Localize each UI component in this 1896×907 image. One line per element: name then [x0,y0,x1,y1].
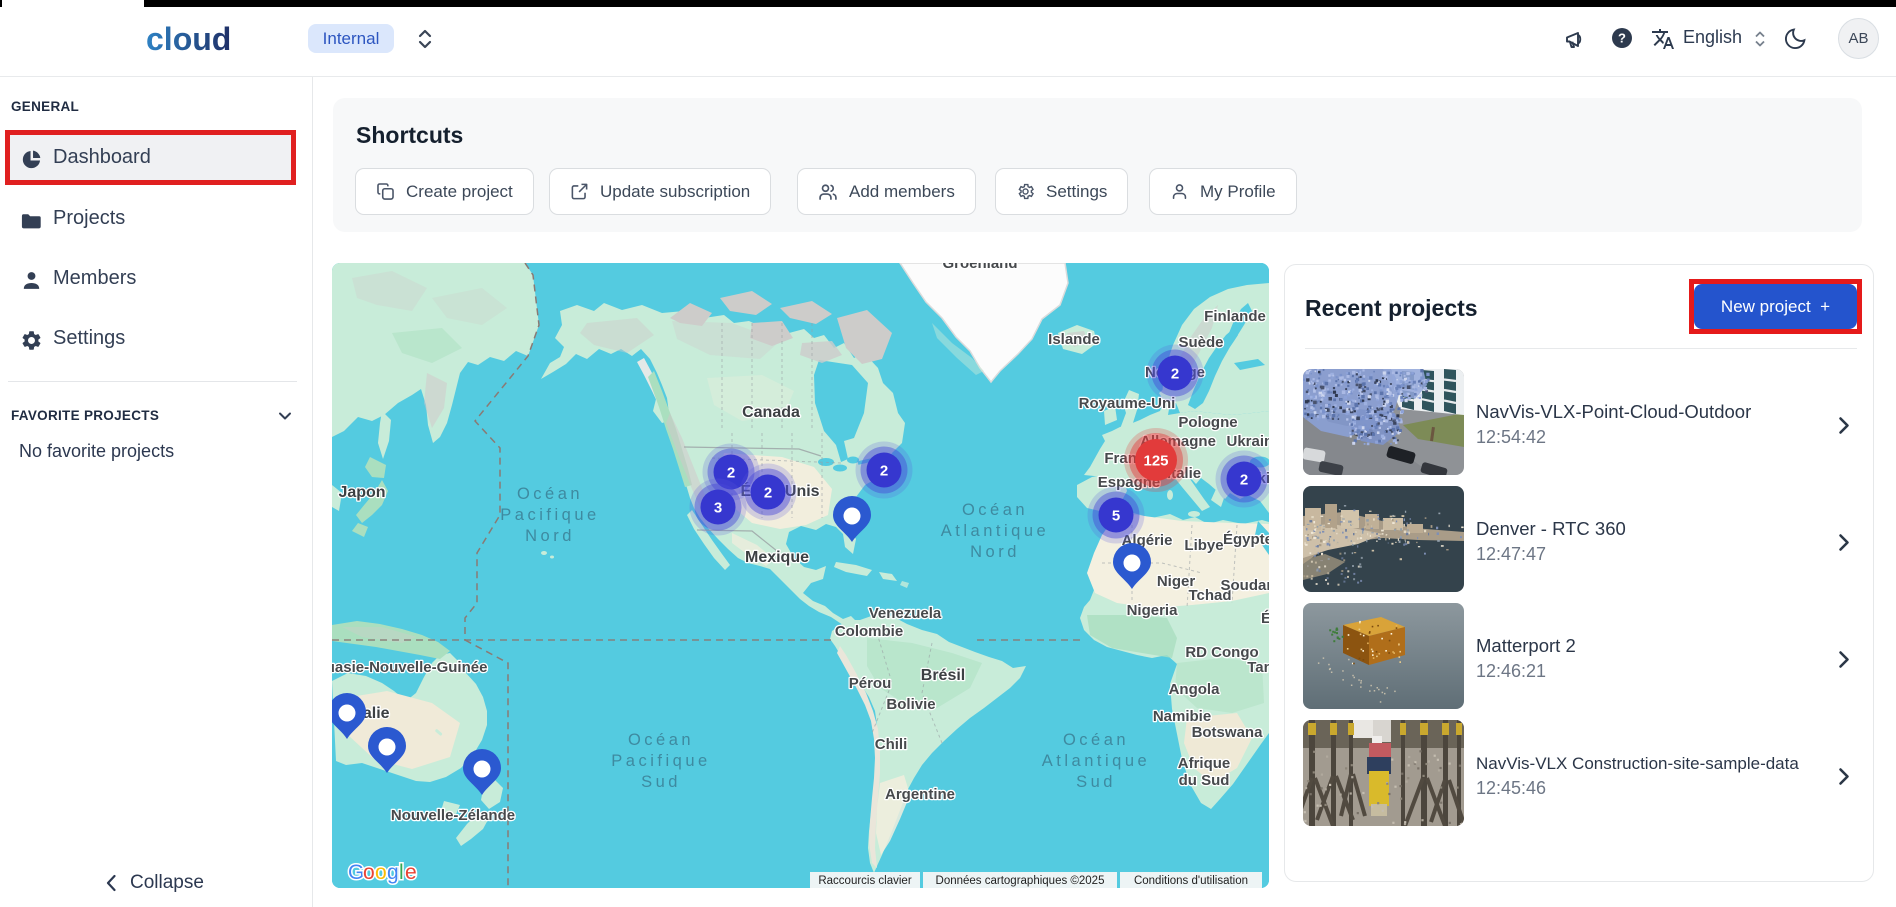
svg-text:Soudan: Soudan [1221,577,1270,594]
svg-text:Islande: Islande [1048,331,1100,348]
svg-text:g: g [387,861,399,884]
svg-text:Venezuela: Venezuela [869,605,942,622]
svg-text:Mexique: Mexique [745,549,809,566]
svg-text:Tan: Tan [1247,659,1269,676]
svg-text:Canada: Canada [742,404,800,421]
svg-text:2: 2 [1171,366,1179,383]
svg-text:du Sud: du Sud [1179,772,1230,789]
svg-text:Groenland: Groenland [942,263,1017,272]
svg-text:Sud: Sud [1076,773,1116,791]
svg-text:É: É [1261,610,1269,627]
svg-text:Libye: Libye [1184,537,1223,554]
svg-text:Botswana: Botswana [1192,724,1264,741]
svg-text:Nord: Nord [525,527,575,545]
svg-text:?: ? [1618,31,1626,46]
svg-text:Ukraine: Ukraine [1226,433,1269,450]
svg-text:Raccourcis clavier: Raccourcis clavier [818,875,911,887]
svg-text:Finlande: Finlande [1204,308,1266,325]
svg-text:Océan: Océan [962,501,1028,519]
svg-text:2: 2 [727,465,735,482]
svg-text:2: 2 [764,485,772,502]
svg-text:Pacifique: Pacifique [500,506,599,524]
svg-text:2: 2 [880,463,888,480]
svg-text:Nouvelle-Zélande: Nouvelle-Zélande [391,807,515,824]
svg-text:3: 3 [714,500,722,517]
svg-text:Namibie: Namibie [1153,708,1211,725]
svg-text:Sud: Sud [641,773,681,791]
svg-text:Données cartographiques ©2025: Données cartographiques ©2025 [936,875,1105,887]
svg-text:Pérou: Pérou [849,675,892,692]
svg-text:2: 2 [1240,472,1248,489]
svg-text:o: o [363,861,375,884]
svg-text:Océan: Océan [628,731,694,749]
svg-text:Angola: Angola [1169,681,1220,698]
svg-text:Océan: Océan [517,485,583,503]
svg-text:125: 125 [1143,453,1168,470]
svg-text:l: l [399,861,404,884]
svg-text:Japon: Japon [338,484,385,501]
svg-text:Colombie: Colombie [835,623,903,640]
svg-text:Conditions d'utilisation: Conditions d'utilisation [1134,875,1248,887]
svg-text:Nigeria: Nigeria [1127,602,1179,619]
svg-text:o: o [375,861,387,884]
svg-text:Argentine: Argentine [885,786,955,803]
svg-text:5: 5 [1112,508,1120,525]
svg-text:Nord: Nord [970,543,1020,561]
svg-text:Afrique: Afrique [1178,755,1231,772]
svg-text:Pacifique: Pacifique [611,752,710,770]
svg-text:Océan: Océan [1063,731,1129,749]
svg-text:Bolivie: Bolivie [886,696,935,713]
svg-text:G: G [348,861,364,884]
svg-text:Égypte: Égypte [1223,531,1269,548]
svg-text:e: e [405,861,417,884]
svg-text:Atlantique: Atlantique [941,522,1049,540]
svg-text:Chili: Chili [875,736,908,753]
svg-text:Pologne: Pologne [1178,414,1237,431]
svg-text:Brésil: Brésil [921,667,965,684]
svg-text:Atlantique: Atlantique [1042,752,1150,770]
svg-text:ouasie-Nouvelle-Guinée: ouasie-Nouvelle-Guinée [332,659,487,676]
